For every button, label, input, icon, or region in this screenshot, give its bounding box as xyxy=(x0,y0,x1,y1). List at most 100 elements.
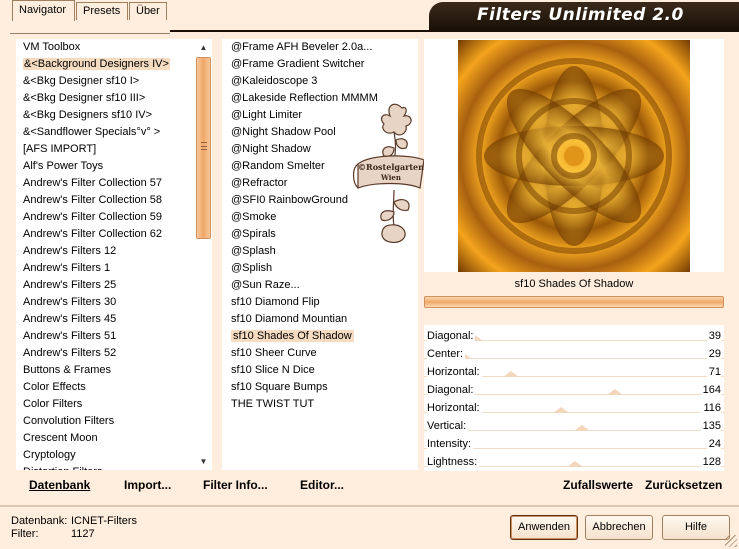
filter-item[interactable]: sf10 Sheer Curve xyxy=(222,345,418,362)
category-item-label: Alf's Power Toys xyxy=(23,160,104,172)
category-item-label: Andrew's Filters 25 xyxy=(23,279,117,291)
category-item[interactable]: Andrew's Filter Collection 58 xyxy=(16,192,211,209)
category-item[interactable]: &<Sandflower Specials°v° > xyxy=(16,124,211,141)
param-label: Lightness: xyxy=(427,456,480,468)
category-item[interactable]: &<Bkg Designers sf10 IV> xyxy=(16,107,211,124)
grip-icon xyxy=(201,142,207,150)
param-slider[interactable]: Diagonal: 164 xyxy=(424,379,724,397)
category-item[interactable]: Andrew's Filters 12 xyxy=(16,243,211,260)
reset-button[interactable]: Zurücksetzen xyxy=(645,478,722,492)
scroll-thumb[interactable] xyxy=(196,57,211,239)
apply-button[interactable]: Anwenden xyxy=(510,515,578,540)
category-item[interactable]: &<Bkg Designer sf10 III> xyxy=(16,90,211,107)
category-item[interactable]: Crescent Moon xyxy=(16,430,211,447)
param-label: Horizontal: xyxy=(427,402,482,414)
filter-item[interactable]: @Sun Raze... xyxy=(222,277,418,294)
filter-item[interactable]: @Frame Gradient Switcher xyxy=(222,56,418,73)
filter-info-button[interactable]: Filter Info... xyxy=(203,478,268,492)
scroll-up-icon[interactable]: ▲ xyxy=(195,39,212,56)
category-item-label: Convolution Filters xyxy=(23,415,115,427)
filter-item[interactable]: @Frame AFH Beveler 2.0a... xyxy=(222,39,418,56)
category-item[interactable]: Andrew's Filters 25 xyxy=(16,277,211,294)
slider-thumb[interactable] xyxy=(567,461,583,467)
scroll-down-icon[interactable]: ▼ xyxy=(195,453,212,470)
category-item-label: Andrew's Filter Collection 59 xyxy=(23,211,163,223)
category-item-label: Andrew's Filter Collection 57 xyxy=(23,177,163,189)
import-button[interactable]: Import... xyxy=(124,478,171,492)
category-item-label: &<Bkg Designer sf10 III> xyxy=(23,92,146,104)
category-item[interactable]: &<Bkg Designer sf10 I> xyxy=(16,73,211,90)
filter-item-label: @Night Shadow xyxy=(231,143,311,155)
category-item[interactable]: Andrew's Filter Collection 57 xyxy=(16,175,211,192)
footer-separator xyxy=(0,505,739,507)
category-item-label: Buttons & Frames xyxy=(23,364,112,376)
category-item[interactable]: Andrew's Filters 51 xyxy=(16,328,211,345)
filter-item[interactable]: sf10 Diamond Mountian xyxy=(222,311,418,328)
param-label: Horizontal: xyxy=(427,366,482,378)
help-button[interactable]: Hilfe xyxy=(662,515,730,540)
category-item[interactable]: [AFS IMPORT] xyxy=(16,141,211,158)
param-value: 29 xyxy=(706,348,721,360)
category-item[interactable]: Buttons & Frames xyxy=(16,362,211,379)
filter-item[interactable]: sf10 Shades Of Shadow xyxy=(222,328,418,345)
category-item[interactable]: Distortion Filters xyxy=(16,464,211,470)
editor-button[interactable]: Editor... xyxy=(300,478,344,492)
filter-item[interactable]: sf10 Square Bumps xyxy=(222,379,418,396)
param-slider[interactable]: Horizontal: 116 xyxy=(424,397,724,415)
datenbank-button[interactable]: Datenbank xyxy=(29,478,90,492)
param-slider[interactable]: Lightness: 128 xyxy=(424,451,724,469)
filter-item[interactable]: sf10 Slice N Dice xyxy=(222,362,418,379)
filter-item-label: @Kaleidoscope 3 xyxy=(231,75,318,87)
param-slider[interactable]: Diagonal: 39 xyxy=(424,325,724,343)
status-filter-label: Filter: xyxy=(11,528,39,540)
param-slider[interactable]: Vertical: 135 xyxy=(424,415,724,433)
slider-thumb[interactable] xyxy=(553,407,569,413)
category-item[interactable]: Andrew's Filters 45 xyxy=(16,311,211,328)
param-slider[interactable]: Horizontal: 71 xyxy=(424,361,724,379)
category-item[interactable]: Andrew's Filters 1 xyxy=(16,260,211,277)
filter-item-label: @Sun Raze... xyxy=(231,279,300,291)
filter-item[interactable]: @Splish xyxy=(222,260,418,277)
filter-item-label: sf10 Diamond Flip xyxy=(231,296,320,308)
category-item[interactable]: Andrew's Filter Collection 59 xyxy=(16,209,211,226)
category-item-label: Distortion Filters xyxy=(23,466,102,470)
slider-thumb[interactable] xyxy=(574,425,590,431)
slider-thumb[interactable] xyxy=(607,389,623,395)
filter-item[interactable]: @Kaleidoscope 3 xyxy=(222,73,418,90)
category-item[interactable]: Color Filters xyxy=(16,396,211,413)
cancel-button[interactable]: Abbrechen xyxy=(585,515,653,540)
category-item-label: Color Filters xyxy=(23,398,83,410)
category-scrollbar[interactable]: ▲ ▼ xyxy=(195,39,212,470)
param-label: Vertical: xyxy=(427,420,469,432)
random-values-button[interactable]: Zufallswerte xyxy=(563,478,633,492)
category-item[interactable]: Alf's Power Toys xyxy=(16,158,211,175)
tab-uber[interactable]: Über xyxy=(129,2,167,20)
category-item-label: Color Effects xyxy=(23,381,86,393)
filter-item-label: @Splish xyxy=(231,262,273,274)
category-list[interactable]: VM Toolbox &<Background Designers IV> &<Bk… xyxy=(16,39,212,470)
filter-item-label: @SFI0 RainbowGround xyxy=(231,194,348,206)
filter-item[interactable]: sf10 Diamond Flip xyxy=(222,294,418,311)
category-item-label: Crescent Moon xyxy=(23,432,98,444)
status-db-value: ICNET-Filters xyxy=(71,515,137,527)
param-slider[interactable]: Center: 29 xyxy=(424,343,724,361)
filter-item-label: @Spirals xyxy=(231,228,276,240)
category-item[interactable]: VM Toolbox xyxy=(16,39,211,56)
tab-presets[interactable]: Presets xyxy=(76,2,128,20)
category-item[interactable]: Andrew's Filters 52 xyxy=(16,345,211,362)
resize-grip-icon[interactable] xyxy=(725,535,737,547)
category-item[interactable]: Andrew's Filter Collection 62 xyxy=(16,226,211,243)
category-item[interactable]: Convolution Filters xyxy=(16,413,211,430)
filter-item-label: @Random Smelter xyxy=(231,160,325,172)
filter-item[interactable]: THE TWIST TUT xyxy=(222,396,418,413)
category-item-label: &<Bkg Designers sf10 IV> xyxy=(23,109,153,121)
category-item[interactable]: &<Background Designers IV> xyxy=(16,56,211,73)
category-item-label: Andrew's Filters 1 xyxy=(23,262,111,274)
tab-navigator[interactable]: Navigator xyxy=(12,0,75,21)
category-item[interactable]: Andrew's Filters 30 xyxy=(16,294,211,311)
category-item[interactable]: Color Effects xyxy=(16,379,211,396)
param-slider[interactable]: Intensity: 24 xyxy=(424,433,724,451)
preview-image xyxy=(458,40,690,272)
slider-thumb[interactable] xyxy=(503,371,519,377)
category-item[interactable]: Cryptology xyxy=(16,447,211,464)
